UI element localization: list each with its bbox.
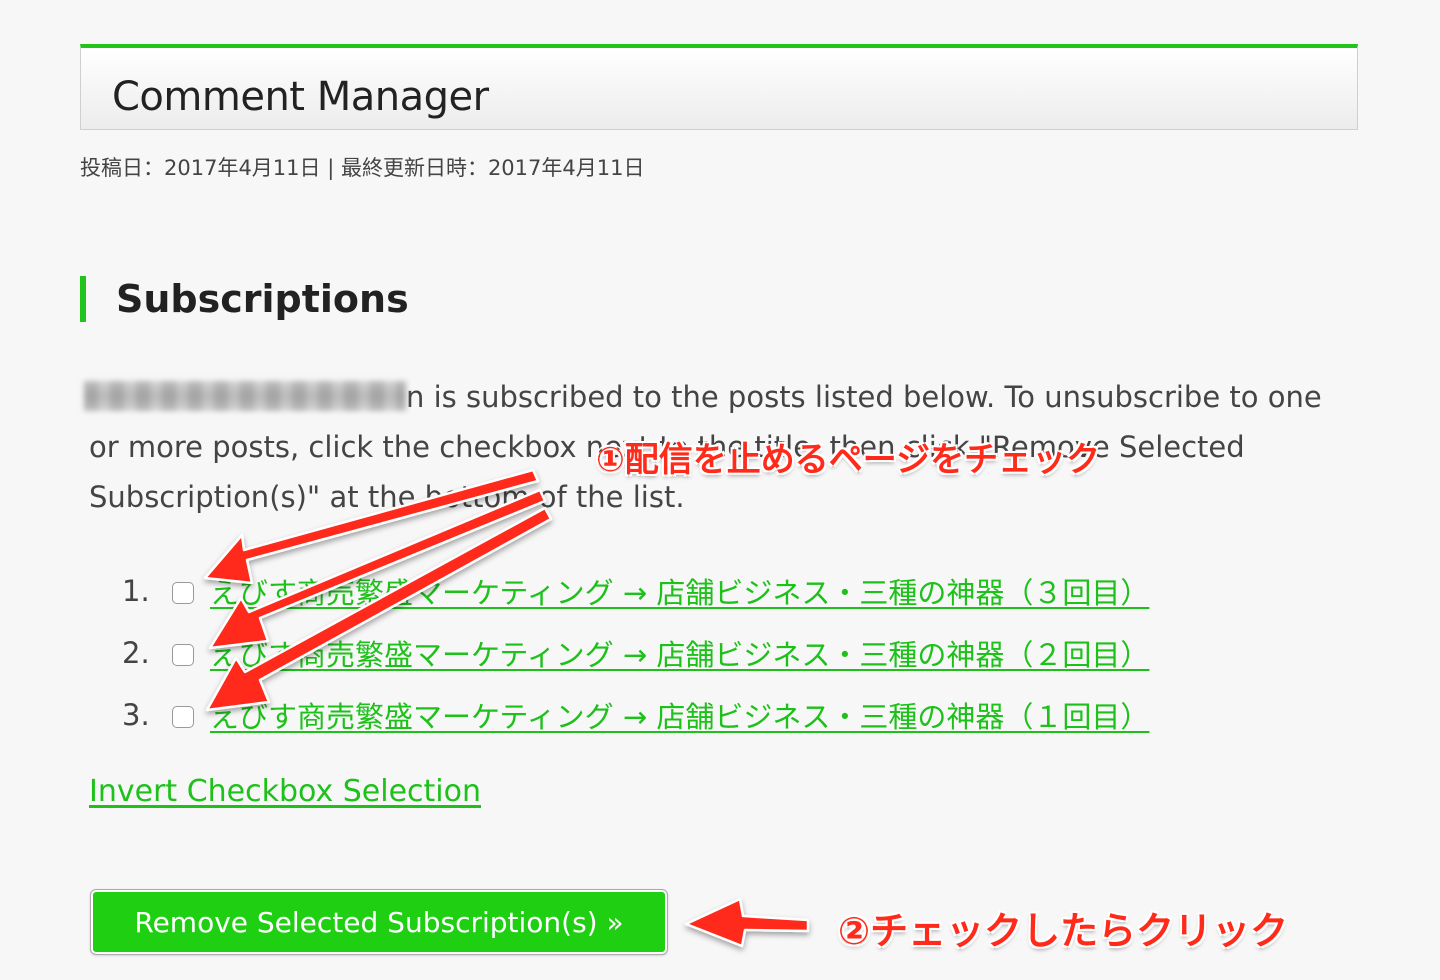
annotation-step1: ①配信を止めるページをチェック bbox=[596, 440, 1101, 480]
annotation-arrows bbox=[203, 468, 810, 948]
annotation-step2: ②チェックしたらクリック bbox=[838, 909, 1289, 953]
page: Comment Manager 投稿日：2017年4月11日 | 最終更新日時：… bbox=[0, 0, 1440, 980]
arrow-to-remove-button bbox=[684, 897, 810, 948]
